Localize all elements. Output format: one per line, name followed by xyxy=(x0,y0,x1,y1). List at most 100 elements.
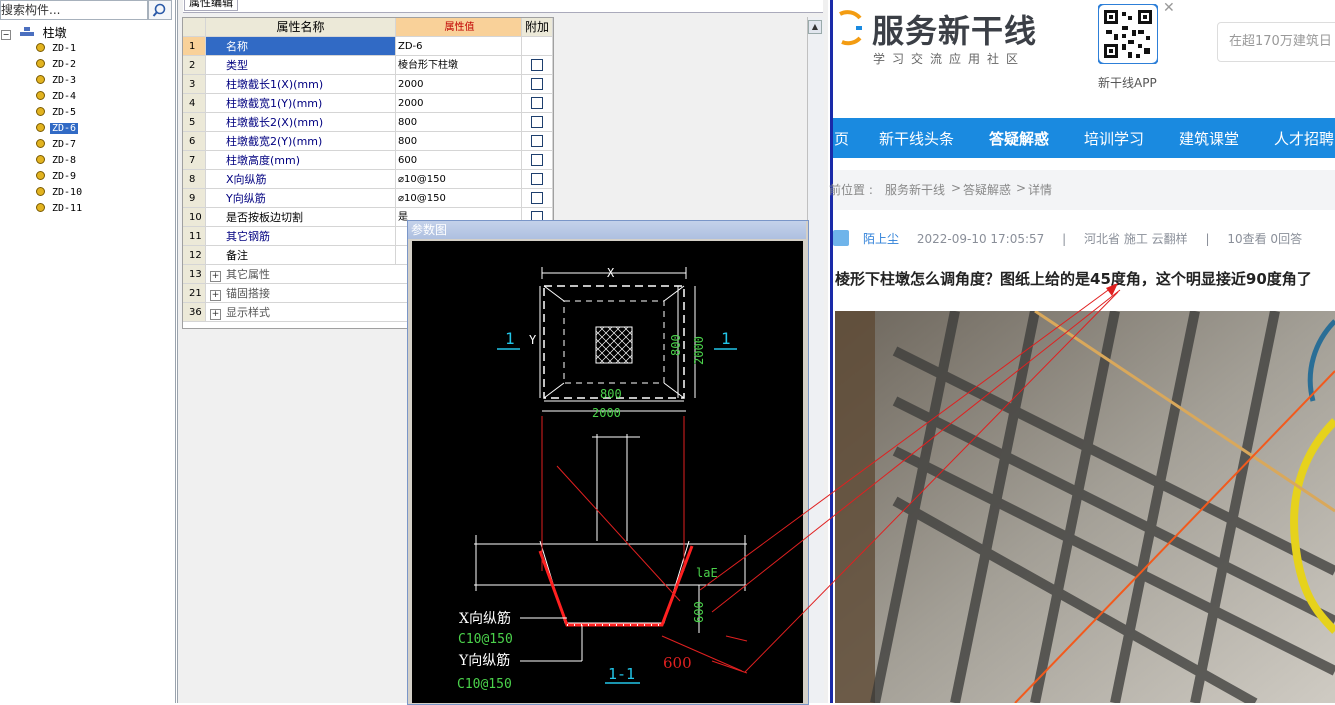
breadcrumb-site[interactable]: 服务新干线 xyxy=(885,181,945,198)
tree-item-zd-2[interactable]: ZD-2 xyxy=(36,57,78,73)
property-value[interactable]: 600 xyxy=(396,151,522,170)
property-value[interactable]: 2000 xyxy=(396,75,522,94)
pier-category-icon xyxy=(19,27,34,36)
row-number[interactable]: 21 xyxy=(183,284,206,303)
vertical-scrollbar[interactable] xyxy=(807,17,824,703)
nav-classroom[interactable]: 建筑课堂 xyxy=(1179,128,1239,149)
nav-home[interactable]: 页 xyxy=(834,128,849,149)
pier-icon xyxy=(36,203,45,212)
row-number[interactable]: 11 xyxy=(183,227,206,246)
parameter-drawing-canvas: X Y 1 1 800 2000 800 2000 laE 600 X向纵筋 C… xyxy=(412,241,803,703)
extra-cell xyxy=(522,170,553,189)
site-search-input[interactable]: 在超170万建筑日 xyxy=(1217,22,1335,62)
expand-icon[interactable]: + xyxy=(210,271,221,282)
post-time: 2022-09-10 17:05:57 xyxy=(916,232,1045,246)
breadcrumb-qa[interactable]: 答疑解惑 xyxy=(963,181,1011,198)
pier-icon xyxy=(36,59,45,68)
close-icon[interactable]: ✕ xyxy=(1163,0,1175,16)
row-number[interactable]: 4 xyxy=(183,94,206,113)
tab-property-edit[interactable]: 属性编辑 xyxy=(184,0,238,11)
attach-checkbox[interactable] xyxy=(531,116,543,128)
attach-checkbox[interactable] xyxy=(531,154,543,166)
attach-checkbox[interactable] xyxy=(531,97,543,109)
property-name: 柱墩截长2(X)(mm) xyxy=(206,113,396,132)
avatar[interactable] xyxy=(833,230,849,246)
header-value[interactable]: 属性值 xyxy=(396,18,522,37)
section-mark-right: 1 xyxy=(721,329,731,348)
property-name: Y向纵筋 xyxy=(206,189,396,208)
tree-item-zd-11[interactable]: ZD-11 xyxy=(36,201,84,217)
attach-checkbox[interactable] xyxy=(531,192,543,204)
property-group-13[interactable]: + 其它属性 xyxy=(206,265,419,284)
post-author[interactable]: 陌上尘 xyxy=(863,232,899,246)
red-600-annotation: 600 xyxy=(663,654,692,672)
tree-item-zd-5[interactable]: ZD-5 xyxy=(36,105,78,121)
nav-training[interactable]: 培训学习 xyxy=(1084,128,1144,149)
row-number[interactable]: 2 xyxy=(183,56,206,75)
row-number[interactable]: 5 xyxy=(183,113,206,132)
property-name: 柱墩截宽2(Y)(mm) xyxy=(206,132,396,151)
attach-checkbox[interactable] xyxy=(531,135,543,147)
pier-icon xyxy=(36,187,45,196)
collapse-toggle-icon[interactable]: − xyxy=(1,30,11,40)
expand-icon[interactable]: + xyxy=(210,309,221,320)
row-number[interactable]: 3 xyxy=(183,75,206,94)
tree-item-zd-8[interactable]: ZD-8 xyxy=(36,153,78,169)
x-rebar-spec: C10@150 xyxy=(458,632,513,647)
header-extra[interactable]: 附加 xyxy=(522,18,553,37)
tree-item-zd-1[interactable]: ZD-1 xyxy=(36,41,78,57)
tree-item-zd-7[interactable]: ZD-7 xyxy=(36,137,78,153)
row-number[interactable]: 7 xyxy=(183,151,206,170)
row-number[interactable]: 6 xyxy=(183,132,206,151)
property-group-15[interactable]: + 显示样式 xyxy=(206,303,419,322)
property-value[interactable]: ⌀10@150 xyxy=(396,170,522,189)
row-number[interactable]: 1 xyxy=(183,37,206,56)
row-number[interactable]: 10 xyxy=(183,208,206,227)
scroll-up-button[interactable]: ▲ xyxy=(808,20,822,34)
property-value[interactable]: 800 xyxy=(396,132,522,151)
nav-qa[interactable]: 答疑解惑 xyxy=(989,128,1049,149)
parameter-window-title[interactable]: 参数图 xyxy=(408,221,806,239)
tree-item-zd-6[interactable]: ZD-6 xyxy=(36,121,79,137)
property-value[interactable]: 800 xyxy=(396,113,522,132)
attach-checkbox[interactable] xyxy=(531,78,543,90)
row-number[interactable]: 9 xyxy=(183,189,206,208)
row-number[interactable]: 12 xyxy=(183,246,206,265)
property-value[interactable]: 2000 xyxy=(396,94,522,113)
nav-headlines[interactable]: 新干线头条 xyxy=(879,128,954,149)
property-value[interactable]: 棱台形下柱墩 xyxy=(396,56,522,75)
tree-item-zd-10[interactable]: ZD-10 xyxy=(36,185,84,201)
lae-label: laE xyxy=(696,566,718,580)
component-search-input[interactable]: 搜索构件... xyxy=(0,0,148,20)
component-tree-panel xyxy=(0,0,176,703)
row-number[interactable]: 13 xyxy=(183,265,206,284)
tree-root-node[interactable]: − 柱墩 xyxy=(0,25,67,41)
extra-cell xyxy=(522,189,553,208)
pier-icon xyxy=(36,43,45,52)
property-group-14[interactable]: + 锚固搭接 xyxy=(206,284,419,303)
post-photo[interactable] xyxy=(835,311,1335,703)
extra-cell xyxy=(522,56,553,75)
tree-item-zd-3[interactable]: ZD-3 xyxy=(36,73,78,89)
nav-jobs[interactable]: 人才招聘 xyxy=(1274,128,1334,149)
dim-800-horizontal: 800 xyxy=(600,387,622,401)
search-button[interactable] xyxy=(148,0,172,20)
property-value[interactable]: ⌀10@150 xyxy=(396,189,522,208)
row-number[interactable]: 36 xyxy=(183,303,206,322)
pier-icon xyxy=(36,139,45,148)
attach-checkbox[interactable] xyxy=(531,173,543,185)
property-value[interactable]: ZD-6 xyxy=(396,37,522,56)
property-name: 类型 xyxy=(206,56,396,75)
header-name[interactable]: 属性名称 xyxy=(206,18,396,37)
tree-item-zd-9[interactable]: ZD-9 xyxy=(36,169,78,185)
row-number[interactable]: 8 xyxy=(183,170,206,189)
expand-icon[interactable]: + xyxy=(210,290,221,301)
property-name: 其它钢筋 xyxy=(206,227,396,246)
site-logo-text[interactable]: 服务新干线 xyxy=(872,6,1037,52)
section-name-label: 1-1 xyxy=(608,665,635,683)
y-rebar-label: Y向纵筋 xyxy=(458,652,510,669)
tree-item-zd-4[interactable]: ZD-4 xyxy=(36,89,78,105)
extra-cell xyxy=(522,75,553,94)
meta-separator: | xyxy=(1205,232,1210,246)
attach-checkbox[interactable] xyxy=(531,59,543,71)
